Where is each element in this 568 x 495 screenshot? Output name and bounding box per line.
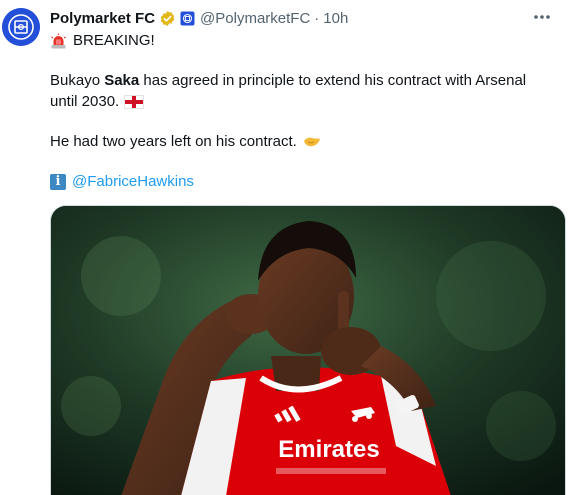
tweet-timestamp[interactable]: 10h <box>323 10 348 27</box>
body-text-post: has agreed in principle to extend his co… <box>139 72 527 89</box>
author-handle[interactable]: @PolymarketFC <box>200 10 310 27</box>
author-name[interactable]: Polymarket FC <box>50 10 155 27</box>
breaking-text: BREAKING! <box>73 32 155 49</box>
affiliate-badge-icon[interactable] <box>180 11 195 26</box>
tweet[interactable]: Polymarket FC @PolymarketFC · 10h BREAKI… <box>0 0 568 495</box>
tweet-text-line-3: He had two years left on his contract. <box>50 132 321 152</box>
body-text-until: until 2030. <box>50 93 120 110</box>
more-icon[interactable] <box>530 6 554 28</box>
tweet-photo[interactable]: Emirates <box>50 205 566 495</box>
body-text-contract: He had two years left on his contract. <box>50 133 297 150</box>
jersey-sponsor-text: Emirates <box>278 436 379 463</box>
england-flag-icon <box>124 95 145 109</box>
tweet-header: Polymarket FC @PolymarketFC · 10h <box>50 8 348 28</box>
info-icon: i <box>50 174 66 190</box>
handshake-icon <box>303 135 321 149</box>
separator-dot: · <box>314 9 320 27</box>
credit-mention-link[interactable]: @FabriceHawkins <box>72 172 194 192</box>
body-text-pre: Bukayo <box>50 72 105 89</box>
tweet-credit: i @FabriceHawkins <box>50 172 194 192</box>
tweet-text-breaking: BREAKING! <box>50 31 155 51</box>
tweet-text-line-1: Bukayo Saka has agreed in principle to e… <box>50 71 526 91</box>
tweet-text-line-2: until 2030. <box>50 92 145 112</box>
player-name-bold: Saka <box>104 72 140 89</box>
verified-badge-icon[interactable] <box>159 10 176 27</box>
siren-icon <box>50 33 67 50</box>
author-avatar[interactable] <box>2 8 40 46</box>
